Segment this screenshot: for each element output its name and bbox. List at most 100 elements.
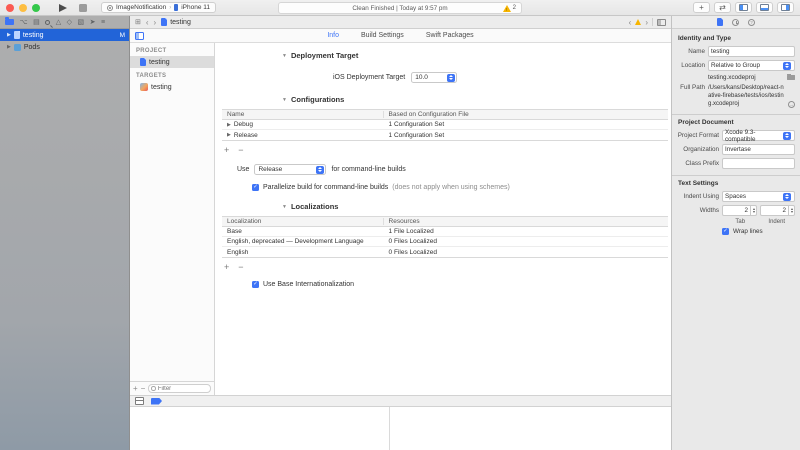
indent-using-row: Indent Using Spaces: [677, 191, 795, 202]
tabbar-right-controls: ‹ ›: [629, 18, 666, 27]
add-localization-button[interactable]: +: [224, 262, 229, 272]
project-file-icon: [14, 31, 20, 39]
add-configuration-button[interactable]: +: [224, 145, 229, 155]
disclosure-icon[interactable]: ▶: [227, 122, 231, 128]
project-navigator-icon[interactable]: [5, 19, 14, 25]
filter-field[interactable]: [148, 384, 211, 393]
zoom-button[interactable]: [32, 4, 40, 12]
nav-item-testing[interactable]: ▶ testing M: [0, 29, 129, 41]
choose-location-folder-icon[interactable]: [787, 75, 795, 80]
breakpoint-navigator-icon[interactable]: ➤: [90, 19, 96, 26]
disclosure-open-icon[interactable]: ▼: [282, 204, 287, 210]
tab-width-stepper[interactable]: 2: [722, 205, 757, 216]
config-value: 1 Configuration Set: [383, 121, 668, 128]
related-items-icon[interactable]: ⊞: [135, 18, 141, 26]
disclosure-icon[interactable]: ▶: [7, 44, 11, 50]
tab-info[interactable]: Info: [327, 32, 339, 39]
remove-localization-button[interactable]: −: [238, 262, 243, 272]
remove-configuration-button[interactable]: −: [238, 145, 243, 155]
localization-name: English, deprecated — Development Langua…: [222, 238, 383, 245]
disclosure-icon[interactable]: ▶: [7, 32, 11, 38]
project-item[interactable]: testing: [130, 56, 214, 68]
parallelize-checkbox[interactable]: ✓: [252, 184, 259, 191]
close-button[interactable]: [6, 4, 14, 12]
tab-build-settings[interactable]: Build Settings: [361, 32, 404, 39]
back-icon[interactable]: ‹: [146, 18, 149, 27]
toggle-inspector-button[interactable]: [777, 2, 794, 13]
localization-resources: 0 Files Localized: [383, 238, 668, 245]
toggle-debug-area-button[interactable]: [756, 2, 773, 13]
wrap-lines-label: Wrap lines: [733, 228, 763, 235]
table-row[interactable]: Base 1 File Localized: [222, 227, 668, 237]
table-row[interactable]: English 0 Files Localized: [222, 247, 668, 257]
issue-warning-icon[interactable]: [635, 19, 641, 25]
hide-debug-area-icon[interactable]: [135, 397, 144, 405]
name-field[interactable]: [708, 46, 795, 57]
disclosure-open-icon[interactable]: ▼: [282, 53, 287, 59]
add-target-button[interactable]: +: [133, 385, 138, 393]
column-header-localization: Localization: [222, 218, 383, 225]
stop-button[interactable]: [79, 4, 87, 12]
open-file-tab[interactable]: testing: [161, 18, 191, 26]
stepper-buttons-icon[interactable]: [789, 205, 795, 216]
full-path-value: /Users/kans/Desktop/react-native-firebas…: [708, 84, 785, 108]
issue-navigator-icon[interactable]: △: [56, 19, 61, 26]
code-review-button[interactable]: ⇄: [714, 2, 731, 13]
name-input[interactable]: [711, 48, 792, 55]
target-item[interactable]: testing: [130, 81, 214, 93]
disclosure-open-icon[interactable]: ▼: [282, 97, 287, 103]
find-navigator-icon[interactable]: [45, 20, 50, 25]
filter-input[interactable]: [158, 386, 208, 392]
symbol-navigator-icon[interactable]: ▤: [33, 19, 40, 26]
console-pane[interactable]: [390, 407, 671, 450]
organization-input[interactable]: [725, 146, 792, 153]
file-inspector-icon[interactable]: [717, 18, 723, 26]
quick-help-inspector-icon[interactable]: ?: [748, 19, 755, 26]
toggle-navigator-button[interactable]: [735, 2, 752, 13]
variables-pane[interactable]: [130, 407, 390, 450]
file-tab-label: testing: [170, 19, 191, 26]
reveal-in-finder-icon[interactable]: →: [788, 101, 795, 108]
project-format-dropdown[interactable]: Xcode 9.3-compatible: [722, 130, 795, 141]
scheme-selector[interactable]: ImageNotification › iPhone 11: [101, 2, 216, 13]
organization-field[interactable]: [722, 144, 795, 155]
editor-options-icon[interactable]: [657, 19, 666, 26]
previous-issue-icon[interactable]: ‹: [629, 18, 632, 27]
class-prefix-field[interactable]: [722, 158, 795, 169]
wrap-lines-checkbox[interactable]: ✓: [722, 228, 729, 235]
indent-using-dropdown[interactable]: Spaces: [722, 191, 795, 202]
table-row[interactable]: ▶Release 1 Configuration Set: [222, 130, 668, 140]
location-dropdown[interactable]: Relative to Group: [708, 60, 795, 71]
history-inspector-icon[interactable]: [732, 19, 739, 26]
tab-swift-packages[interactable]: Swift Packages: [426, 32, 474, 39]
minimize-button[interactable]: [19, 4, 27, 12]
project-format-label: Project Format: [677, 132, 719, 139]
forward-icon[interactable]: ›: [154, 18, 157, 27]
breakpoints-toggle-icon[interactable]: [151, 398, 162, 405]
command-line-config-dropdown[interactable]: Release: [254, 164, 326, 175]
stepper-buttons-icon[interactable]: [751, 205, 757, 216]
next-issue-icon[interactable]: ›: [645, 18, 648, 27]
localizations-section-header[interactable]: ▼ Localizations: [215, 196, 671, 213]
table-row[interactable]: ▶Debug 1 Configuration Set: [222, 120, 668, 130]
table-row[interactable]: English, deprecated — Development Langua…: [222, 237, 668, 247]
debug-navigator-icon[interactable]: ▧: [77, 19, 84, 26]
configurations-section-header[interactable]: ▼ Configurations: [215, 89, 671, 106]
disclosure-icon[interactable]: ▶: [227, 132, 231, 138]
class-prefix-input[interactable]: [725, 160, 792, 167]
library-button[interactable]: +: [693, 2, 710, 13]
report-navigator-icon[interactable]: ≡: [101, 19, 105, 26]
source-control-navigator-icon[interactable]: ⌥: [20, 19, 28, 26]
deployment-target-section-header[interactable]: ▼ Deployment Target: [215, 45, 671, 62]
column-header-name: Name: [222, 111, 383, 118]
test-navigator-icon[interactable]: ◇: [67, 19, 72, 26]
base-internationalization-checkbox[interactable]: ✓: [252, 281, 259, 288]
ios-deployment-target-dropdown[interactable]: 10.0: [411, 72, 457, 83]
run-button[interactable]: [59, 4, 67, 12]
indent-width-stepper[interactable]: 2: [760, 205, 795, 216]
warning-badge[interactable]: ! 2: [503, 5, 516, 12]
wrap-lines-row: ✓ Wrap lines: [722, 228, 795, 235]
base-internationalization-label: Use Base Internationalization: [263, 281, 354, 288]
remove-target-button[interactable]: −: [141, 385, 146, 393]
nav-item-pods[interactable]: ▶ Pods: [0, 41, 129, 53]
